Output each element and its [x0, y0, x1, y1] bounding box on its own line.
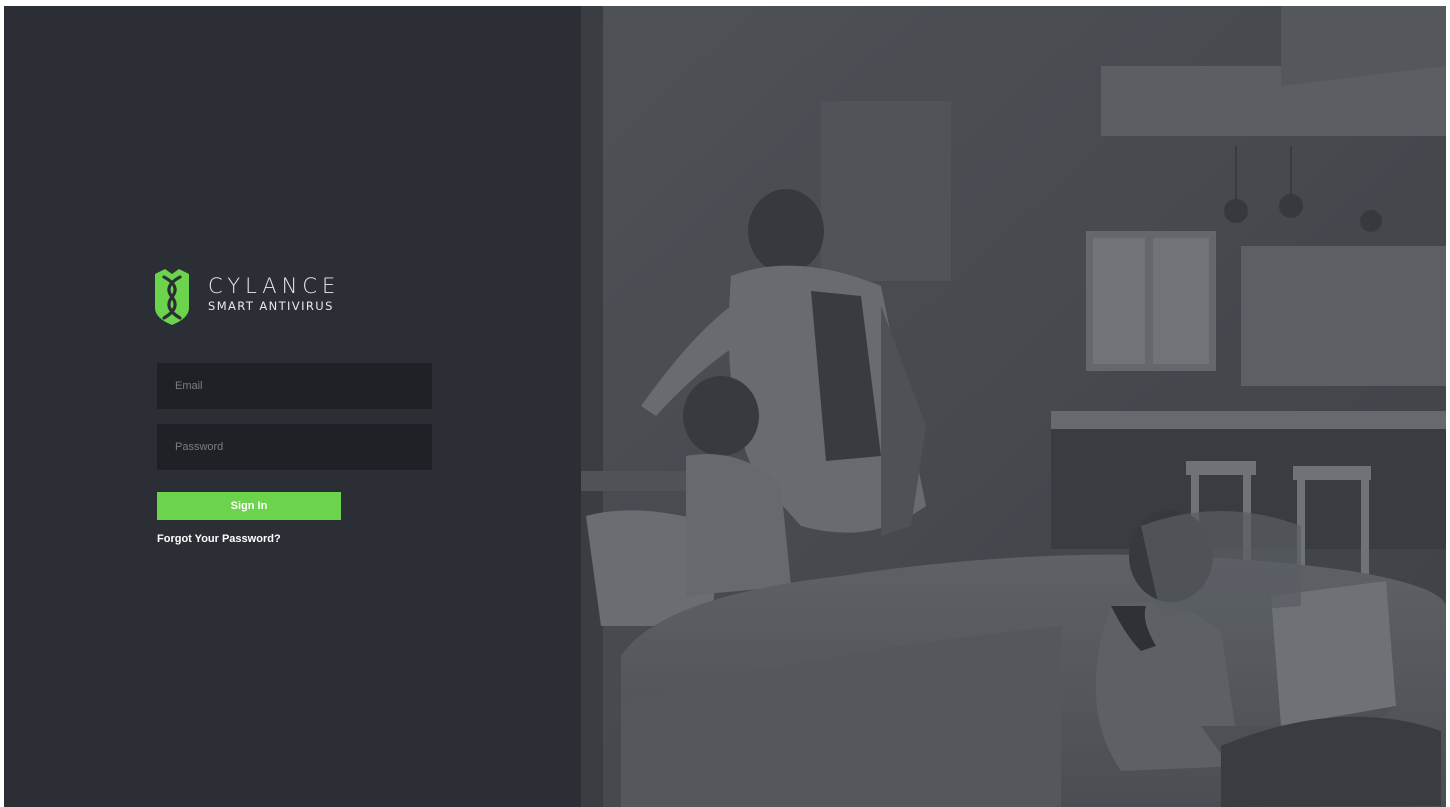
cylance-shield-icon	[155, 269, 189, 325]
hero-photo	[581, 6, 1446, 807]
login-page: CYLANCE SMART ANTIVIRUS Sign In Forgot Y…	[4, 6, 1446, 807]
password-field[interactable]	[157, 424, 432, 470]
product-name: SMART ANTIVIRUS	[208, 299, 334, 313]
brand-name: CYLANCE	[208, 274, 341, 298]
forgot-password-link[interactable]: Forgot Your Password?	[157, 533, 281, 545]
email-field[interactable]	[157, 363, 432, 409]
login-panel: CYLANCE SMART ANTIVIRUS Sign In Forgot Y…	[4, 6, 581, 807]
cylance-logo: CYLANCE SMART ANTIVIRUS	[153, 268, 383, 328]
family-living-room-photo-icon	[581, 6, 1446, 807]
sign-in-button[interactable]: Sign In	[157, 492, 341, 520]
